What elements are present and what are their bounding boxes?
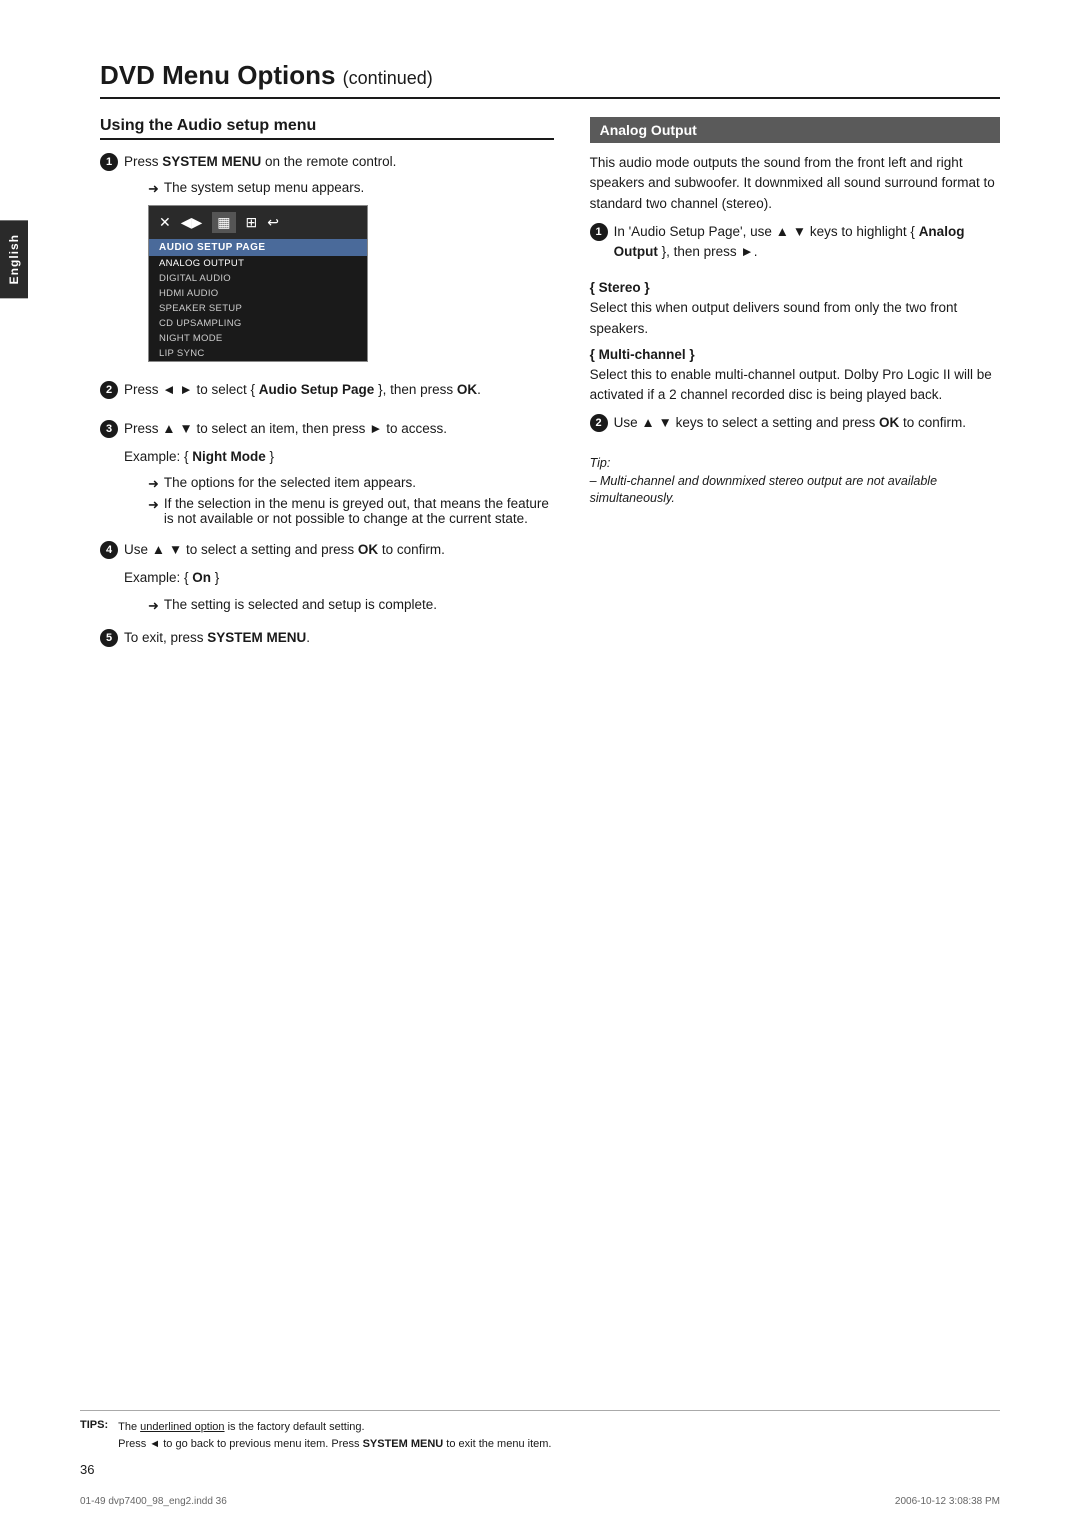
menu-item-speaker: SPEAKER SETUP bbox=[149, 301, 367, 316]
step-number-4: 4 bbox=[100, 541, 118, 559]
step-4-arrow-1-text: The setting is selected and setup is com… bbox=[164, 597, 437, 612]
step-3-content: Press ▲ ▼ to select an item, then press … bbox=[124, 419, 554, 531]
footer-tips: TIPS: The underlined option is the facto… bbox=[80, 1410, 1000, 1452]
step-4-text: Use ▲ ▼ to select a setting and press OK… bbox=[124, 540, 554, 560]
menu-icon-return: ↩ bbox=[267, 214, 279, 231]
step-3-arrow-1: ➜ The options for the selected item appe… bbox=[148, 475, 554, 492]
tips-content: The underlined option is the factory def… bbox=[118, 1419, 551, 1452]
page-number: 36 bbox=[80, 1462, 1000, 1477]
right-step-2: 2 Use ▲ ▼ keys to select a setting and p… bbox=[590, 413, 1000, 441]
side-tab-english: English bbox=[0, 220, 28, 298]
right-step-2-text: Use ▲ ▼ keys to select a setting and pre… bbox=[614, 413, 1000, 433]
step-1: 1 Press SYSTEM MENU on the remote contro… bbox=[100, 152, 554, 370]
stereo-text: Select this when output delivers sound f… bbox=[590, 298, 1000, 339]
right-step-1-text: In 'Audio Setup Page', use ▲ ▼ keys to h… bbox=[614, 222, 1000, 263]
section-heading-audio-setup: Using the Audio setup menu bbox=[100, 117, 554, 140]
step-5: 5 To exit, press SYSTEM MENU. bbox=[100, 628, 554, 656]
step-3: 3 Press ▲ ▼ to select an item, then pres… bbox=[100, 419, 554, 531]
step-2-text: Press ◄ ► to select { Audio Setup Page }… bbox=[124, 380, 554, 400]
arrow-icon: ➜ bbox=[148, 181, 159, 197]
right-step-number-2: 2 bbox=[590, 414, 608, 432]
arrow-icon-3: ➜ bbox=[148, 497, 159, 513]
page-title-continued: (continued) bbox=[343, 68, 433, 88]
footer-file: 01-49 dvp7400_98_eng2.indd 36 2006-10-12… bbox=[80, 1496, 1000, 1507]
page-container: English DVD Menu Options (continued) Usi… bbox=[0, 0, 1080, 1527]
step-number-3: 3 bbox=[100, 420, 118, 438]
menu-icon-audio: ◀▶ bbox=[181, 214, 203, 231]
footer: TIPS: The underlined option is the facto… bbox=[80, 1410, 1000, 1477]
step-4-arrow-1: ➜ The setting is selected and setup is c… bbox=[148, 597, 554, 614]
left-column: Using the Audio setup menu 1 Press SYSTE… bbox=[100, 117, 554, 666]
step-4: 4 Use ▲ ▼ to select a setting and press … bbox=[100, 540, 554, 618]
step-1-arrow-1: ➜ The system setup menu appears. bbox=[148, 180, 554, 197]
tips-line-2: Press ◄ to go back to previous menu item… bbox=[118, 1436, 551, 1453]
tips-line-1: The underlined option is the factory def… bbox=[118, 1419, 551, 1436]
step-1-text: Press SYSTEM MENU on the remote control. bbox=[124, 152, 554, 172]
tip-label: Tip: bbox=[590, 456, 1000, 470]
step-5-text: To exit, press SYSTEM MENU. bbox=[124, 628, 554, 648]
step-3-arrow-2: ➜ If the selection in the menu is greyed… bbox=[148, 496, 554, 526]
right-step-2-content: Use ▲ ▼ keys to select a setting and pre… bbox=[614, 413, 1000, 441]
step-3-example: Example: { Night Mode } bbox=[124, 447, 554, 467]
menu-icon-dots: ⊞ bbox=[246, 214, 258, 231]
footer-file-right: 2006-10-12 3:08:38 PM bbox=[895, 1496, 1000, 1507]
menu-icon-grid: ▦ bbox=[212, 212, 235, 233]
step-2: 2 Press ◄ ► to select { Audio Setup Page… bbox=[100, 380, 554, 408]
right-step-1-content: In 'Audio Setup Page', use ▲ ▼ keys to h… bbox=[614, 222, 1000, 271]
step-number-2: 2 bbox=[100, 381, 118, 399]
footer-file-left: 01-49 dvp7400_98_eng2.indd 36 bbox=[80, 1496, 227, 1507]
menu-item-analog: ANALOG OUTPUT bbox=[149, 256, 367, 271]
step-number-5: 5 bbox=[100, 629, 118, 647]
menu-simulation: ✕ ◀▶ ▦ ⊞ ↩ AUDIO SETUP PAGE ANALOG OUTPU… bbox=[148, 205, 368, 362]
step-3-arrow-2-text: If the selection in the menu is greyed o… bbox=[164, 496, 554, 526]
menu-item-night: NIGHT MODE bbox=[149, 331, 367, 346]
step-5-content: To exit, press SYSTEM MENU. bbox=[124, 628, 554, 656]
arrow-icon-4: ➜ bbox=[148, 598, 159, 614]
right-column: Analog Output This audio mode outputs th… bbox=[590, 117, 1000, 666]
right-step-1: 1 In 'Audio Setup Page', use ▲ ▼ keys to… bbox=[590, 222, 1000, 271]
right-step-number-1: 1 bbox=[590, 223, 608, 241]
tip-text: – Multi-channel and downmixed stereo out… bbox=[590, 473, 1000, 508]
menu-item-digital: DIGITAL AUDIO bbox=[149, 271, 367, 286]
menu-sim-header: AUDIO SETUP PAGE bbox=[149, 239, 367, 256]
step-3-text: Press ▲ ▼ to select an item, then press … bbox=[124, 419, 554, 439]
multichannel-heading: { Multi-channel } bbox=[590, 347, 1000, 362]
page-title-text: DVD Menu Options bbox=[100, 60, 335, 90]
analog-output-intro: This audio mode outputs the sound from t… bbox=[590, 153, 1000, 214]
multichannel-text: Select this to enable multi-channel outp… bbox=[590, 365, 1000, 406]
analog-output-header: Analog Output bbox=[590, 117, 1000, 143]
menu-item-cd: CD UPSAMPLING bbox=[149, 316, 367, 331]
step-1-content: Press SYSTEM MENU on the remote control.… bbox=[124, 152, 554, 370]
step-4-content: Use ▲ ▼ to select a setting and press OK… bbox=[124, 540, 554, 618]
tip-section: Tip: – Multi-channel and downmixed stere… bbox=[590, 456, 1000, 508]
page-title: DVD Menu Options (continued) bbox=[100, 60, 1000, 99]
stereo-heading: { Stereo } bbox=[590, 280, 1000, 295]
step-number-1: 1 bbox=[100, 153, 118, 171]
step-4-example: Example: { On } bbox=[124, 568, 554, 588]
menu-icons-row: ✕ ◀▶ ▦ ⊞ ↩ bbox=[149, 206, 367, 239]
menu-item-lip: LIP SYNC bbox=[149, 346, 367, 361]
step-3-arrow-1-text: The options for the selected item appear… bbox=[164, 475, 416, 490]
menu-icon-x: ✕ bbox=[159, 214, 171, 231]
menu-item-hdmi: HDMI AUDIO bbox=[149, 286, 367, 301]
two-column-layout: Using the Audio setup menu 1 Press SYSTE… bbox=[100, 117, 1000, 666]
tips-label: TIPS: bbox=[80, 1419, 108, 1452]
underline-option: underlined option bbox=[140, 1421, 224, 1433]
step-1-arrow-1-text: The system setup menu appears. bbox=[164, 180, 364, 195]
arrow-icon-2: ➜ bbox=[148, 476, 159, 492]
step-2-content: Press ◄ ► to select { Audio Setup Page }… bbox=[124, 380, 554, 408]
